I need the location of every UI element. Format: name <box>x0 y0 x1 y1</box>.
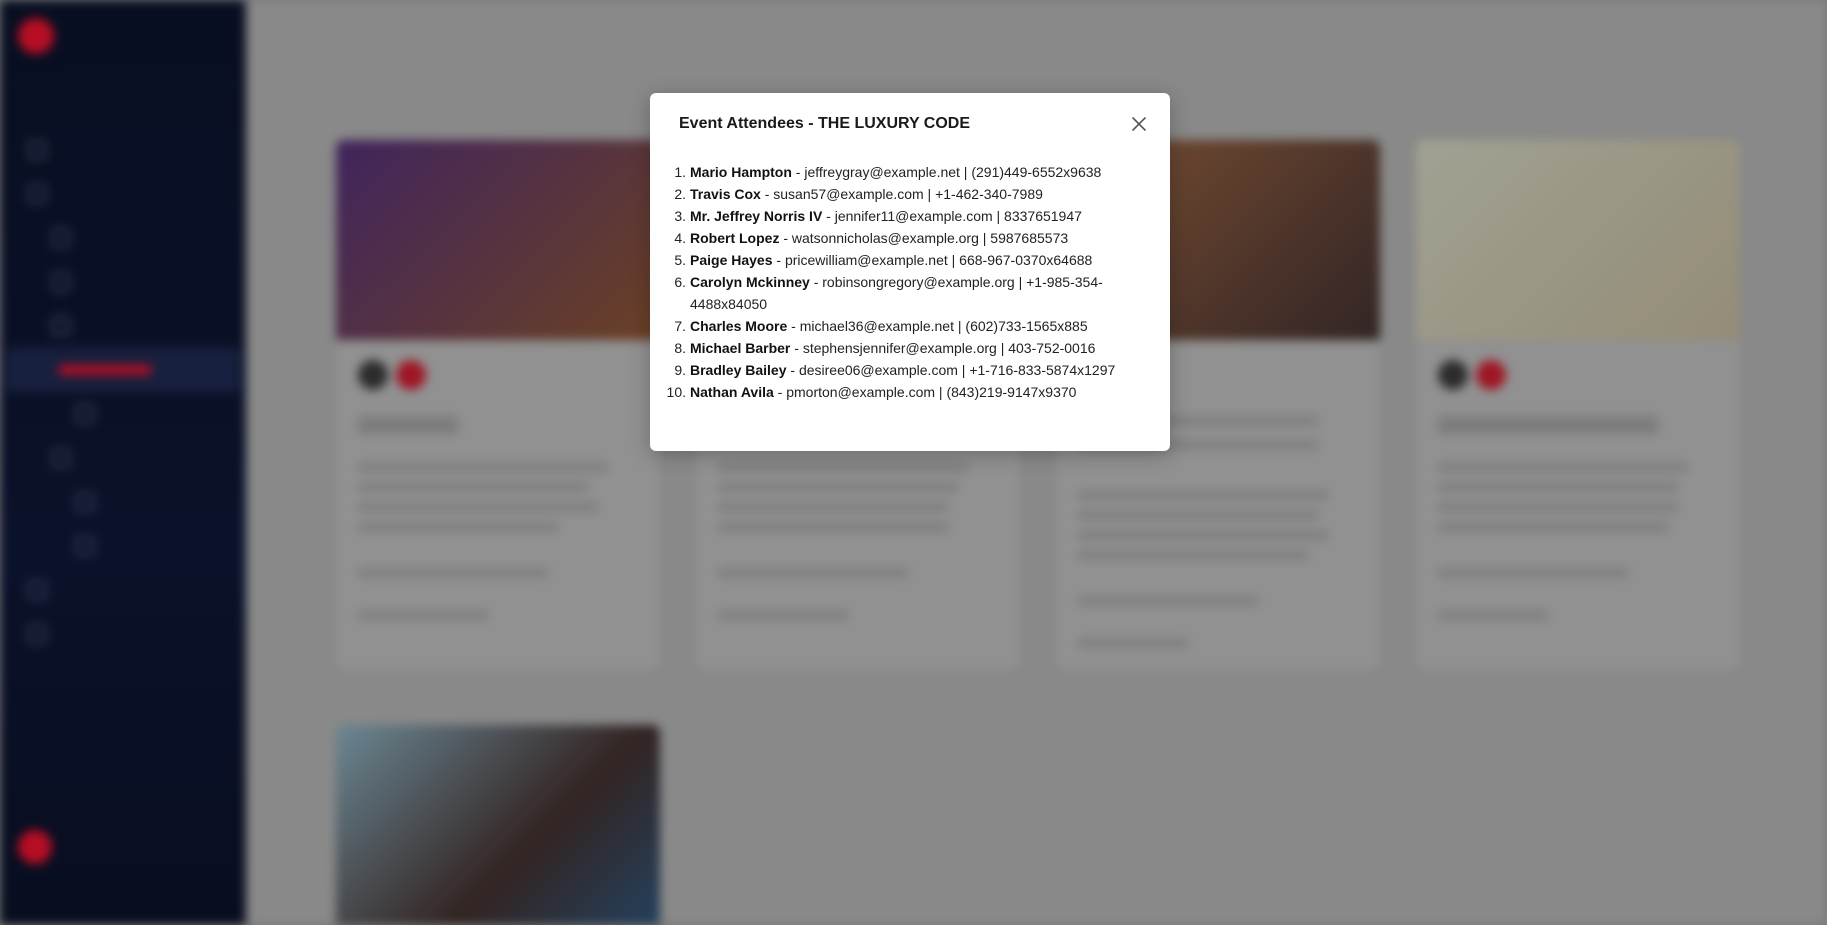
list-number: 4. <box>674 230 686 246</box>
attendee-name: Mario Hampton <box>690 164 792 180</box>
list-number: 3. <box>674 208 686 224</box>
attendee-details: - pricewilliam@example.net | 668-967-037… <box>772 252 1093 268</box>
close-button[interactable] <box>1128 113 1150 135</box>
list-item: 5. Paige Hayes - pricewilliam@example.net… <box>674 249 1140 271</box>
attendee-details: - jennifer11@example.com | 8337651947 <box>822 208 1082 224</box>
list-item: 6. Carolyn Mckinney - robinsongregory@exa… <box>674 271 1140 315</box>
list-number: 9. <box>674 362 686 378</box>
list-number: 7. <box>674 318 686 334</box>
list-item: 1. Mario Hampton - jeffreygray@example.ne… <box>674 161 1140 183</box>
list-number: 1. <box>674 164 686 180</box>
attendee-details: - susan57@example.com | +1-462-340-7989 <box>760 186 1043 202</box>
list-number: 5. <box>674 252 686 268</box>
attendee-list: 1. Mario Hampton - jeffreygray@example.ne… <box>667 161 1140 403</box>
list-number: 2. <box>674 186 686 202</box>
attendee-details: - michael36@example.net | (602)733-1565x… <box>787 318 1088 334</box>
attendee-name: Bradley Bailey <box>690 362 787 378</box>
list-item: 9. Bradley Bailey - desiree06@example.com… <box>674 359 1140 381</box>
list-number: 6. <box>674 274 686 290</box>
attendee-name: Carolyn Mckinney <box>690 274 810 290</box>
list-item: 8. Michael Barber - stephensjennifer@exam… <box>674 337 1140 359</box>
attendee-name: Michael Barber <box>690 340 791 356</box>
close-icon <box>1132 117 1146 131</box>
attendee-details: - desiree06@example.com | +1-716-833-587… <box>786 362 1116 378</box>
attendee-details: - jeffreygray@example.net | (291)449-655… <box>791 164 1102 180</box>
list-item: 4. Robert Lopez - watsonnicholas@example.… <box>674 227 1140 249</box>
attendee-name: Paige Hayes <box>690 252 773 268</box>
attendees-modal: Event Attendees - THE LUXURY CODE 1. Mari… <box>650 93 1170 451</box>
list-item: 2. Travis Cox - susan57@example.com | +1-… <box>674 183 1140 205</box>
attendee-name: Travis Cox <box>690 186 761 202</box>
list-item: 3. Mr. Jeffrey Norris IV - jennifer11@exa… <box>674 205 1140 227</box>
attendee-name: Charles Moore <box>690 318 788 334</box>
attendee-name: Nathan Avila <box>690 384 774 400</box>
list-item: 7. Charles Moore - michael36@example.net … <box>674 315 1140 337</box>
attendee-details: - stephensjennifer@example.org | 403-752… <box>790 340 1096 356</box>
attendee-name: Mr. Jeffrey Norris IV <box>690 208 823 224</box>
list-number: 8. <box>674 340 686 356</box>
list-item: 10. Nathan Avila - pmorton@example.com | … <box>667 381 1140 403</box>
modal-title: Event Attendees - THE LUXURY CODE <box>679 115 971 132</box>
attendee-details: - pmorton@example.com | (843)219-9147x93… <box>773 384 1077 400</box>
attendee-details: - watsonnicholas@example.org | 598768557… <box>779 230 1069 246</box>
attendee-name: Robert Lopez <box>690 230 780 246</box>
list-number: 10. <box>666 384 686 400</box>
